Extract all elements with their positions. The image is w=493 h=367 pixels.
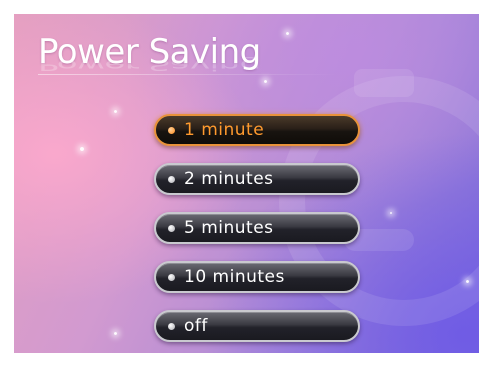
option-off[interactable]: off [154,310,360,342]
bullet-icon [168,273,175,281]
sparkle-decoration [80,147,84,151]
sparkle-decoration [286,32,289,35]
option-label: 1 minute [184,120,265,140]
option-label: 10 minutes [184,267,285,287]
option-5-minutes[interactable]: 5 minutes [154,212,360,244]
option-label: off [184,316,208,336]
bullet-icon [168,175,175,183]
sparkle-decoration [466,280,469,283]
option-10-minutes[interactable]: 10 minutes [154,261,360,293]
option-2-minutes[interactable]: 2 minutes [154,163,360,195]
bullet-icon [168,224,175,232]
option-label: 2 minutes [184,169,274,189]
sparkle-decoration [114,332,117,335]
power-saving-menu: 1 minute 2 minutes 5 minutes 10 minutes … [154,114,360,353]
sparkle-decoration [264,80,267,83]
power-saving-screen: Power Saving Power Saving 1 minute 2 min… [14,14,479,353]
sparkle-decoration [390,212,392,214]
bullet-icon [168,322,175,330]
page-title-reflection: Power Saving [38,56,261,74]
stopwatch-knob-decoration [354,69,414,97]
bullet-icon [168,126,175,134]
title-divider [38,74,338,75]
sparkle-decoration [114,110,117,113]
option-1-minute[interactable]: 1 minute [154,114,360,146]
option-label: 5 minutes [184,218,274,238]
